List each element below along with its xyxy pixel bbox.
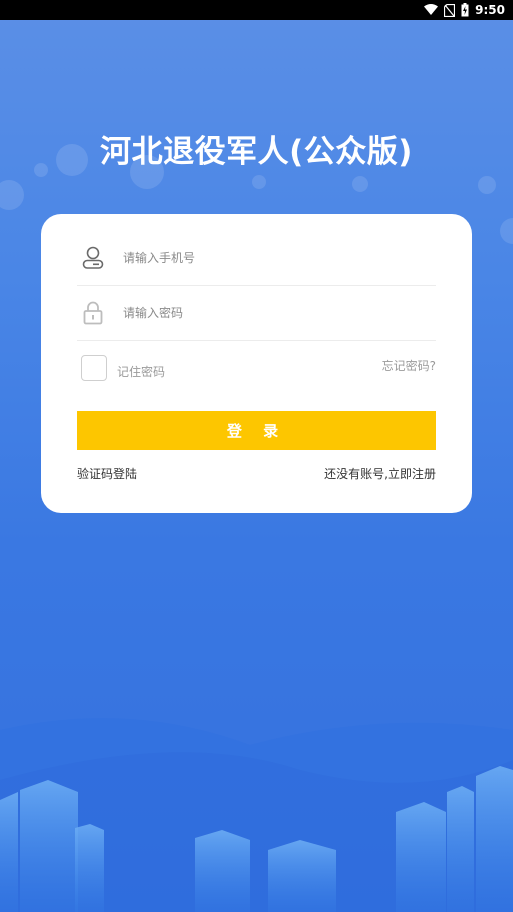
decor-bubble <box>500 218 513 244</box>
password-input[interactable] <box>123 298 436 328</box>
sms-login-link[interactable]: 验证码登陆 <box>77 465 137 482</box>
user-icon <box>79 244 107 272</box>
bottom-links: 验证码登陆 还没有账号,立即注册 <box>77 465 436 482</box>
remember-label[interactable]: 记住密码 <box>117 363 165 380</box>
decor-bubble <box>352 176 368 192</box>
password-field-row <box>77 286 436 341</box>
skyline-decoration <box>0 718 513 912</box>
status-bar: 9:50 <box>0 0 513 20</box>
decor-bubble <box>252 175 266 189</box>
no-sim-icon <box>444 3 456 17</box>
battery-charging-icon <box>461 3 469 17</box>
remember-checkbox[interactable] <box>81 355 107 381</box>
lock-icon <box>79 299 107 327</box>
phone-field-row <box>77 231 436 286</box>
register-link[interactable]: 还没有账号,立即注册 <box>324 465 436 482</box>
login-card: 记住密码 忘记密码? 登 录 验证码登陆 还没有账号,立即注册 <box>41 214 472 513</box>
status-time: 9:50 <box>475 3 505 17</box>
decor-bubble <box>478 176 496 194</box>
remember-row: 记住密码 忘记密码? <box>81 354 436 382</box>
app-title: 河北退役军人(公众版) <box>100 134 413 170</box>
forgot-password-link[interactable]: 忘记密码? <box>382 357 436 374</box>
decor-bubble <box>0 180 24 210</box>
wifi-icon <box>424 4 439 16</box>
phone-input[interactable] <box>123 243 436 273</box>
login-button[interactable]: 登 录 <box>77 411 436 450</box>
